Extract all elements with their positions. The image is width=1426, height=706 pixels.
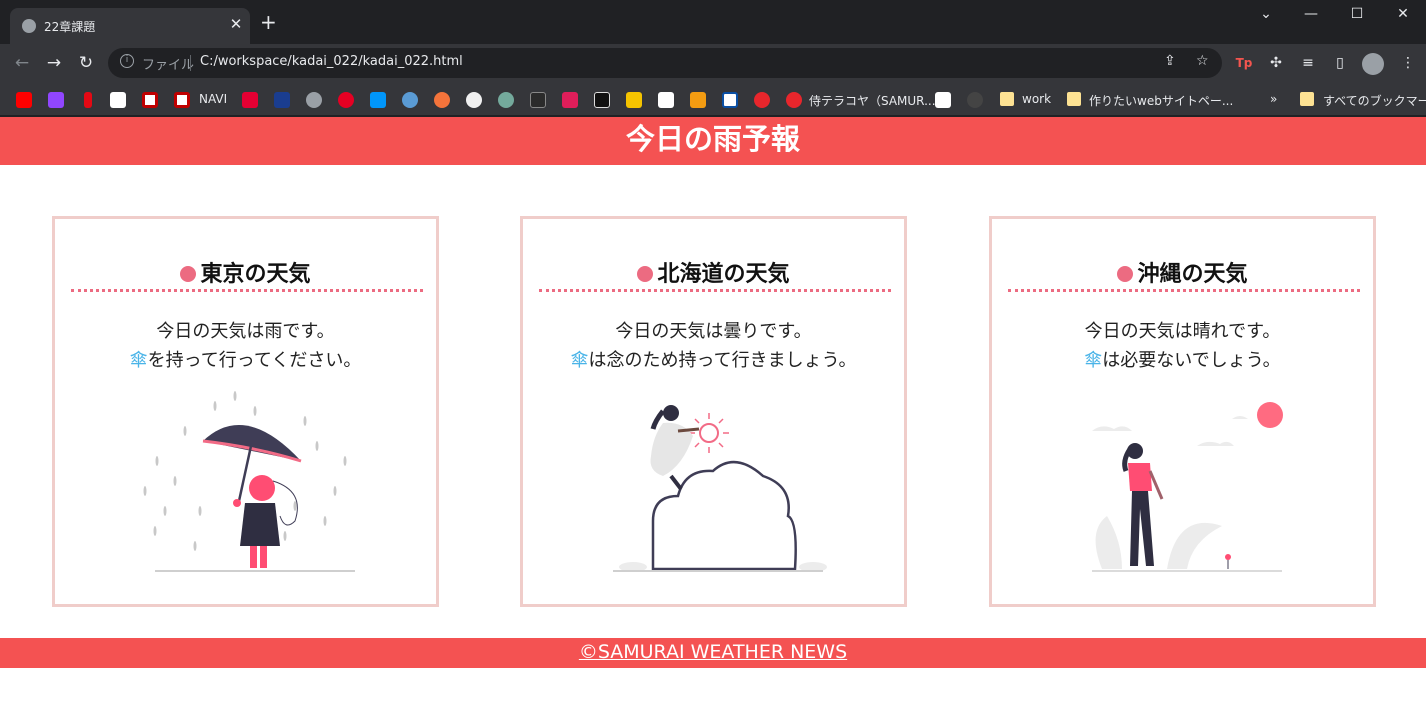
bookmark-terakoya[interactable]: 侍テラコヤ（SAMUR... xyxy=(809,92,936,109)
tab-title: 22章課題 xyxy=(44,20,96,34)
app-icon[interactable] xyxy=(402,92,418,108)
media-control-icon[interactable]: ≡ xyxy=(1298,53,1318,73)
address-scheme: ファイル xyxy=(142,58,195,73)
dotted-divider xyxy=(1008,289,1360,292)
c-icon[interactable] xyxy=(935,92,951,108)
page-title: 今日の雨予報 xyxy=(625,122,800,156)
bullet-icon xyxy=(1117,266,1134,282)
address-url[interactable]: C:/workspace/kadai_022/kadai_022.html xyxy=(200,54,463,69)
extension-tp-icon[interactable]: Tp xyxy=(1234,53,1254,73)
minimize-button[interactable]: — xyxy=(1288,6,1334,22)
card-forecast: 今日の天気は晴れです。 xyxy=(1084,321,1281,342)
new-tab-button[interactable]: + xyxy=(260,12,277,32)
card-forecast: 今日の天気は曇りです。 xyxy=(615,321,812,342)
profile-avatar[interactable] xyxy=(1362,53,1384,75)
bullet-icon xyxy=(637,266,654,282)
folder-icon xyxy=(1300,92,1314,106)
sbi-icon[interactable] xyxy=(274,92,290,108)
page-viewport: 今日の雨予報 東京の天気 今日の天気は雨です。 傘を持って行ってください。 北海… xyxy=(0,117,1426,706)
paypay-icon[interactable] xyxy=(242,92,258,108)
footer-copyright-link[interactable]: ©SAMURAI WEATHER NEWS xyxy=(579,641,847,663)
sunny-illustration xyxy=(1092,402,1283,572)
amazon-icon[interactable] xyxy=(110,92,126,108)
umbrella-word: 傘 xyxy=(129,350,148,371)
bookmark-all[interactable]: すべてのブックマーク xyxy=(1323,92,1426,109)
card-advice-text: は必要ないでしょう。 xyxy=(1102,350,1281,371)
card-heading: 沖縄の天気 xyxy=(992,256,1373,288)
close-window-button[interactable]: ✕ xyxy=(1380,6,1426,22)
info-icon[interactable]: i xyxy=(120,54,134,68)
cloudy-illustration xyxy=(613,405,827,572)
home-icon[interactable] xyxy=(754,92,770,108)
bookmarks-bar: NAVI 侍テラコヤ（SAMUR... work 作りたいwebサイトペー...… xyxy=(0,82,1426,116)
card-advice: 傘は念のため持って行きましょう。 xyxy=(523,346,904,372)
menu-kebab-icon[interactable]: ⋮ xyxy=(1398,53,1418,73)
address-divider xyxy=(190,55,191,71)
s-icon[interactable] xyxy=(434,92,450,108)
chatgpt-icon[interactable] xyxy=(498,92,514,108)
bookmark-navi[interactable]: NAVI xyxy=(199,92,227,106)
youtube-icon[interactable] xyxy=(16,92,32,108)
card-advice: 傘を持って行ってください。 xyxy=(55,346,436,372)
slack-icon[interactable] xyxy=(562,92,578,108)
weather-card-hokkaido: 北海道の天気 今日の天気は曇りです。 傘は念のため持って行きましょう。 xyxy=(520,216,907,607)
side-panel-icon[interactable]: ▯ xyxy=(1330,53,1350,73)
bookmark-want-site[interactable]: 作りたいwebサイトペー... xyxy=(1089,92,1233,109)
sheet-icon[interactable] xyxy=(530,92,546,108)
weather-card-okinawa: 沖縄の天気 今日の天気は晴れです。 傘は必要ないでしょう。 xyxy=(989,216,1376,607)
browser-toolbar: ← → ↻ i ファイル C:/workspace/kadai_022/kada… xyxy=(0,44,1426,82)
umbrella-word: 傘 xyxy=(1084,350,1103,371)
globe-bookmark-icon[interactable] xyxy=(306,92,322,108)
bookmark-work[interactable]: work xyxy=(1022,92,1051,106)
dotted-divider xyxy=(539,289,891,292)
twitch-icon[interactable] xyxy=(48,92,64,108)
page-header: 今日の雨予報 xyxy=(0,117,1426,165)
umbrella-word: 傘 xyxy=(570,350,589,371)
pinterest-icon[interactable] xyxy=(338,92,354,108)
card-heading: 北海道の天気 xyxy=(523,256,904,288)
yellow-app-icon[interactable] xyxy=(626,92,642,108)
card-heading-text: 東京の天気 xyxy=(200,262,311,287)
card-heading: 東京の天気 xyxy=(55,256,436,288)
bullet-icon xyxy=(180,266,197,282)
dotted-divider xyxy=(71,289,423,292)
reload-button[interactable]: ↻ xyxy=(74,52,98,74)
s-box-icon[interactable] xyxy=(594,92,610,108)
card-heading-text: 北海道の天気 xyxy=(657,262,790,287)
globe-icon xyxy=(22,19,36,33)
tab-strip: 22章課題 ✕ + ⌄ — ☐ ✕ xyxy=(0,0,1426,44)
browser-tab[interactable]: 22章課題 ✕ xyxy=(10,8,250,44)
folder-icon xyxy=(1067,92,1081,106)
card-forecast: 今日の天気は雨です。 xyxy=(156,321,335,342)
pixiv-icon[interactable] xyxy=(370,92,386,108)
netflix-icon[interactable] xyxy=(84,92,92,108)
tw-icon[interactable] xyxy=(658,92,674,108)
weather-card-tokyo: 東京の天気 今日の天気は雨です。 傘を持って行ってください。 xyxy=(52,216,439,607)
emblem-icon[interactable] xyxy=(967,92,983,108)
folder-icon xyxy=(1000,92,1014,106)
tab-close-icon[interactable]: ✕ xyxy=(226,15,246,33)
back-button[interactable]: ← xyxy=(10,52,34,74)
bookmarks-more-icon[interactable]: » xyxy=(1270,92,1277,106)
tab-search-icon[interactable]: ⌄ xyxy=(1243,6,1289,22)
forward-button[interactable]: → xyxy=(42,52,66,74)
card-heading-text: 沖縄の天気 xyxy=(1137,262,1248,287)
window-icon[interactable] xyxy=(722,92,738,108)
card-advice-text: は念のため持って行きましょう。 xyxy=(588,350,857,371)
card-advice: 傘は必要ないでしょう。 xyxy=(992,346,1373,372)
rakuten-navi-icon[interactable] xyxy=(174,92,190,108)
maximize-button[interactable]: ☐ xyxy=(1334,6,1380,22)
share-icon[interactable]: ⇪ xyxy=(1164,53,1176,69)
card-advice-text: を持って行ってください。 xyxy=(147,350,362,371)
rakuten-icon[interactable] xyxy=(142,92,158,108)
github-icon[interactable] xyxy=(466,92,482,108)
extensions-puzzle-icon[interactable]: ✣ xyxy=(1266,53,1286,73)
browser-window: 22章課題 ✕ + ⌄ — ☐ ✕ ← → ↻ i ファイル C:/worksp… xyxy=(0,0,1426,706)
bookmark-star-icon[interactable]: ☆ xyxy=(1196,53,1209,69)
samurai-icon[interactable] xyxy=(786,92,802,108)
rain-illustration xyxy=(143,391,355,572)
page-footer: ©SAMURAI WEATHER NEWS xyxy=(0,638,1426,668)
address-bar[interactable]: i ファイル C:/workspace/kadai_022/kadai_022.… xyxy=(108,48,1222,78)
w-icon[interactable] xyxy=(690,92,706,108)
